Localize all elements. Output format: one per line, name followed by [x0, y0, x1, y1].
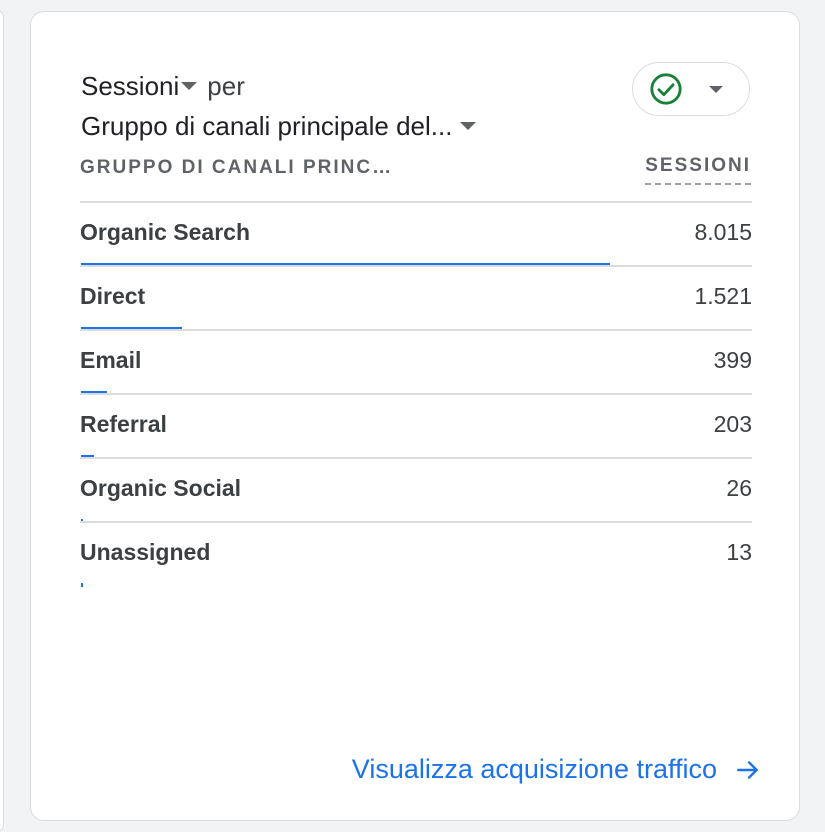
adjacent-card-edge: [0, 10, 4, 832]
table-row[interactable]: Email 399: [80, 329, 752, 395]
table-row[interactable]: Direct 1.521: [80, 265, 752, 331]
table-row[interactable]: Unassigned 13: [80, 521, 752, 587]
per-label: per: [207, 71, 245, 101]
row-value: 399: [713, 347, 752, 373]
row-label: Unassigned: [80, 539, 211, 565]
row-label: Referral: [80, 411, 167, 437]
chevron-down-icon: [709, 85, 723, 93]
row-label: Email: [80, 347, 142, 373]
table-row[interactable]: Organic Social 26: [80, 457, 752, 523]
check-circle-icon: [650, 73, 682, 105]
row-label: Organic Social: [80, 475, 242, 501]
column-header-dimension: GRUPPO DI CANALI PRINC…: [80, 157, 394, 178]
row-label: Organic Search: [80, 219, 251, 245]
row-value: 13: [726, 539, 752, 565]
table-row[interactable]: Organic Search 8.015: [80, 201, 752, 267]
column-header-sessions[interactable]: SESSIONI: [645, 155, 751, 185]
row-value: 8.015: [694, 219, 752, 245]
dimension-selector-label[interactable]: Gruppo di canali principale del...: [81, 106, 452, 146]
row-label: Direct: [80, 283, 146, 309]
card-title: Sessioni per Gruppo di canali principale…: [81, 66, 480, 146]
row-value: 203: [713, 411, 752, 437]
table-row[interactable]: Referral 203: [80, 393, 752, 459]
row-value: 1.521: [694, 283, 752, 309]
sessions-by-channel-card: Sessioni per Gruppo di canali principale…: [30, 11, 800, 821]
footer-link-label: Visualizza acquisizione traffico: [351, 754, 717, 784]
row-share-bar: [81, 583, 83, 587]
row-value: 26: [726, 475, 752, 501]
arrow-right-icon: [737, 760, 758, 779]
view-traffic-acquisition-link[interactable]: Visualizza acquisizione traffico: [352, 754, 761, 785]
channel-table: Organic Search 8.015 Direct 1.521 Email …: [80, 201, 752, 587]
dimension-dropdown-icon[interactable]: [460, 122, 477, 130]
metric-selector-label[interactable]: Sessioni: [81, 66, 179, 106]
metric-dropdown-icon[interactable]: [181, 82, 198, 90]
status-menu-button[interactable]: [632, 62, 750, 116]
